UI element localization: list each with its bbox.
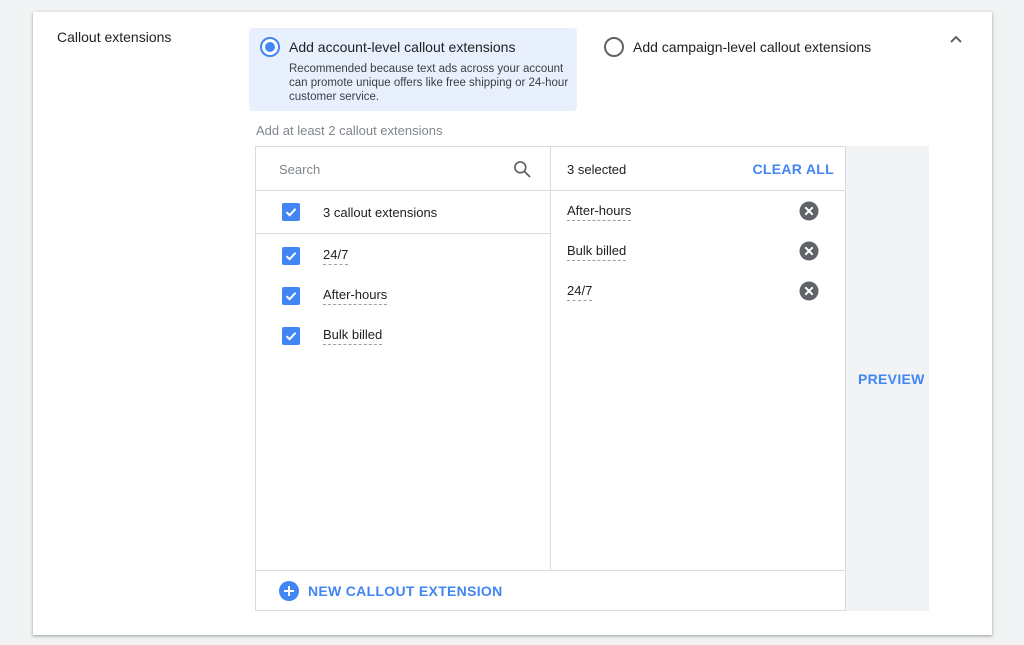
search-row <box>256 147 551 191</box>
check-icon <box>285 252 297 261</box>
preview-panel: PREVIEW <box>846 146 929 611</box>
new-callout-extension-label: NEW CALLOUT EXTENSION <box>308 583 503 599</box>
preview-button[interactable]: PREVIEW <box>858 371 925 387</box>
account-level-radio[interactable] <box>260 37 280 57</box>
item-checkbox[interactable] <box>282 327 300 345</box>
item-checkbox[interactable] <box>282 287 300 305</box>
selected-item: Bulk billed <box>551 231 845 271</box>
min-count-hint: Add at least 2 callout extensions <box>256 123 443 138</box>
section-title: Callout extensions <box>57 29 172 45</box>
select-all-row[interactable]: 3 callout extensions <box>256 191 551 234</box>
item-label: 24/7 <box>323 247 349 265</box>
callout-extensions-card: Callout extensions Add account-level cal… <box>33 12 992 635</box>
list-item[interactable]: Bulk billed <box>256 317 551 357</box>
campaign-level-label: Add campaign-level callout extensions <box>633 39 872 55</box>
selected-header: 3 selected CLEAR ALL <box>551 147 845 191</box>
selected-pane: 3 selected CLEAR ALL After-hours Bulk bi… <box>551 147 845 570</box>
selected-item-label: Bulk billed <box>567 243 627 261</box>
cancel-circle-icon[interactable] <box>799 201 819 221</box>
select-all-checkbox[interactable] <box>282 203 300 221</box>
selected-item-label: 24/7 <box>567 283 593 301</box>
selected-count: 3 selected <box>567 162 627 177</box>
item-checkbox[interactable] <box>282 247 300 265</box>
account-level-description: Recommended because text ads across your… <box>289 63 569 103</box>
chevron-up-icon <box>950 35 962 43</box>
campaign-level-option[interactable]: Add campaign-level callout extensions <box>593 28 913 68</box>
search-icon[interactable] <box>512 159 532 179</box>
list-item[interactable]: 24/7 <box>256 236 551 276</box>
cancel-circle-icon[interactable] <box>799 241 819 261</box>
list-item[interactable]: After-hours <box>256 277 551 317</box>
picker-footer: NEW CALLOUT EXTENSION <box>256 570 845 610</box>
account-level-label: Add account-level callout extensions <box>289 39 516 55</box>
account-level-option[interactable]: Add account-level callout extensions Rec… <box>249 28 577 111</box>
selected-item-label: After-hours <box>567 203 632 221</box>
selected-item: 24/7 <box>551 271 845 311</box>
check-icon <box>285 292 297 301</box>
cancel-circle-icon[interactable] <box>799 281 819 301</box>
new-callout-extension-button[interactable]: NEW CALLOUT EXTENSION <box>279 581 503 601</box>
item-label: Bulk billed <box>323 327 383 345</box>
check-icon <box>285 332 297 341</box>
callout-picker: 3 callout extensions 24/7 After-hours <box>255 146 846 611</box>
add-circle-icon <box>279 581 299 601</box>
collapse-button[interactable] <box>945 28 967 50</box>
search-input[interactable] <box>279 159 499 179</box>
clear-all-button[interactable]: CLEAR ALL <box>752 161 834 177</box>
available-pane: 3 callout extensions 24/7 After-hours <box>256 147 551 570</box>
campaign-level-radio[interactable] <box>604 37 624 57</box>
check-icon <box>285 208 297 217</box>
select-all-label: 3 callout extensions <box>323 205 438 220</box>
item-label: After-hours <box>323 287 388 305</box>
selected-item: After-hours <box>551 191 845 231</box>
